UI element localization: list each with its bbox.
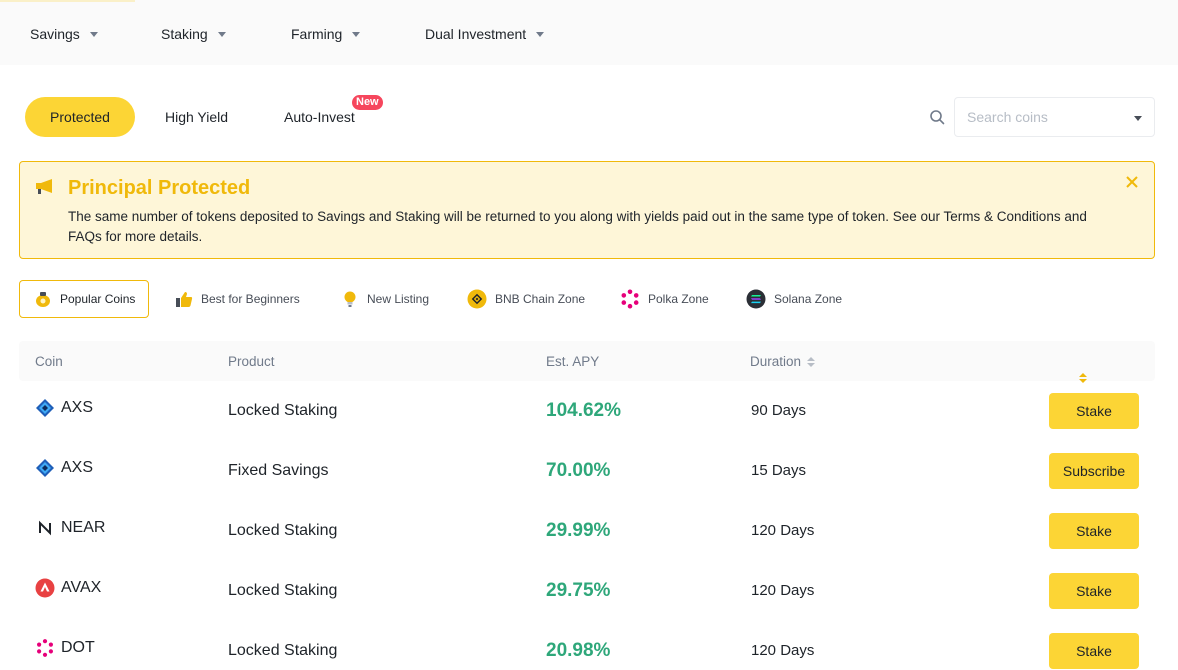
money-bag-icon xyxy=(36,292,50,307)
search-icon[interactable] xyxy=(929,109,945,125)
column-header-apy[interactable]: Est. APY xyxy=(546,354,1087,383)
avax-icon xyxy=(35,578,55,598)
tab-protected[interactable]: Protected xyxy=(25,97,135,137)
nav-dual-investment[interactable]: Dual Investment xyxy=(425,24,545,44)
duration-cell: 15 Days xyxy=(751,462,807,479)
coin-cell: DOT xyxy=(35,638,95,658)
zone-label: Polka Zone xyxy=(648,292,709,306)
thumbs-up-icon xyxy=(176,292,193,307)
search-coins-select[interactable] xyxy=(954,97,1155,137)
coin-cell: AXS xyxy=(35,398,93,418)
nav-staking[interactable]: Staking xyxy=(161,24,226,44)
apy-cell: 20.98% xyxy=(546,640,611,661)
table-row: AXS Locked Staking 104.62% 90 Days Stake xyxy=(19,381,1155,441)
stake-button[interactable]: Stake xyxy=(1049,633,1139,669)
chevron-down-icon xyxy=(89,32,98,37)
nav-farming[interactable]: Farming xyxy=(291,24,361,44)
banner-text: The same number of tokens deposited to S… xyxy=(68,209,1087,244)
top-nav: Savings Staking Farming Dual Investment xyxy=(0,0,1178,65)
nav-label: Savings xyxy=(30,26,80,42)
coin-symbol: AXS xyxy=(61,459,94,476)
megaphone-icon xyxy=(36,179,52,194)
duration-cell: 120 Days xyxy=(751,642,815,659)
nav-label: Dual Investment xyxy=(425,26,527,42)
dot-icon xyxy=(37,639,53,657)
axs-icon xyxy=(36,399,54,417)
tab-high-yield[interactable]: High Yield xyxy=(165,97,228,137)
table-header: Coin Product Est. APY Duration xyxy=(19,341,1155,383)
coin-cell: AXS xyxy=(35,458,93,478)
zone-bnb-chain[interactable]: BNB Chain Zone xyxy=(467,280,585,318)
chevron-down-icon xyxy=(352,32,361,37)
column-header-label: Est. APY xyxy=(546,354,600,369)
stake-button[interactable]: Stake xyxy=(1049,513,1139,549)
product-cell: Fixed Savings xyxy=(228,462,329,479)
product-cell: Locked Staking xyxy=(228,402,338,419)
zone-best-for-beginners[interactable]: Best for Beginners xyxy=(175,280,300,318)
duration-cell: 120 Days xyxy=(751,582,815,599)
near-icon xyxy=(39,520,51,536)
coin-cell: AVAX xyxy=(35,578,101,598)
close-icon[interactable] xyxy=(1124,174,1140,190)
column-header-label: Duration xyxy=(750,354,802,369)
column-header-coin: Coin xyxy=(35,354,63,369)
table-row: AXS Fixed Savings 70.00% 15 Days Subscri… xyxy=(19,441,1155,501)
duration-cell: 90 Days xyxy=(751,402,807,419)
sort-icon[interactable] xyxy=(807,356,816,367)
zone-label: Best for Beginners xyxy=(201,292,300,306)
zone-label: Solana Zone xyxy=(774,292,843,306)
product-cell: Locked Staking xyxy=(228,582,338,599)
table-row: AVAX Locked Staking 29.75% 120 Days Stak… xyxy=(19,561,1155,621)
lightbulb-icon xyxy=(344,291,356,307)
product-cell: Locked Staking xyxy=(228,642,338,659)
zone-solana[interactable]: Solana Zone xyxy=(746,280,842,318)
zone-label: Popular Coins xyxy=(60,292,136,306)
coin-symbol: DOT xyxy=(61,639,95,656)
subscribe-button[interactable]: Subscribe xyxy=(1049,453,1139,489)
zone-popular-coins[interactable]: Popular Coins xyxy=(19,280,149,318)
nav-label: Farming xyxy=(291,26,343,42)
stake-button[interactable]: Stake xyxy=(1049,573,1139,609)
zone-polka[interactable]: Polka Zone xyxy=(620,280,709,318)
stake-button[interactable]: Stake xyxy=(1049,393,1139,429)
polkadot-icon xyxy=(621,289,639,309)
principal-protected-banner: Principal Protected The same number of t… xyxy=(19,161,1155,259)
axs-icon xyxy=(36,459,54,477)
apy-cell: 29.99% xyxy=(546,520,611,541)
search-input[interactable] xyxy=(967,109,1127,125)
active-indicator xyxy=(0,0,135,2)
chevron-down-icon xyxy=(536,32,545,37)
zone-new-listing[interactable]: New Listing xyxy=(341,280,429,318)
chevron-down-icon[interactable] xyxy=(1134,116,1142,121)
column-header-product: Product xyxy=(228,354,275,369)
column-header-duration[interactable]: Duration xyxy=(750,354,816,369)
apy-cell: 70.00% xyxy=(546,460,611,481)
apy-cell: 29.75% xyxy=(546,580,611,601)
coin-cell: NEAR xyxy=(35,518,105,538)
banner-title: Principal Protected xyxy=(68,177,251,199)
nav-savings[interactable]: Savings xyxy=(30,24,98,44)
chevron-down-icon xyxy=(217,32,226,37)
table-row: DOT Locked Staking 20.98% 120 Days Stake xyxy=(19,621,1155,670)
nav-label: Staking xyxy=(161,26,208,42)
apy-cell: 104.62% xyxy=(546,400,622,421)
product-cell: Locked Staking xyxy=(228,522,338,539)
zone-label: New Listing xyxy=(367,292,430,306)
tab-auto-invest[interactable]: Auto-Invest xyxy=(284,97,355,137)
solana-icon xyxy=(746,289,766,309)
coin-symbol: AXS xyxy=(61,399,94,416)
duration-cell: 120 Days xyxy=(751,522,815,539)
coin-symbol: AVAX xyxy=(61,579,102,596)
new-badge: New xyxy=(352,95,383,110)
table-row: NEAR Locked Staking 29.99% 120 Days Stak… xyxy=(19,501,1155,561)
bnb-icon xyxy=(467,289,487,309)
zone-label: BNB Chain Zone xyxy=(495,292,586,306)
coin-symbol: NEAR xyxy=(61,519,106,536)
